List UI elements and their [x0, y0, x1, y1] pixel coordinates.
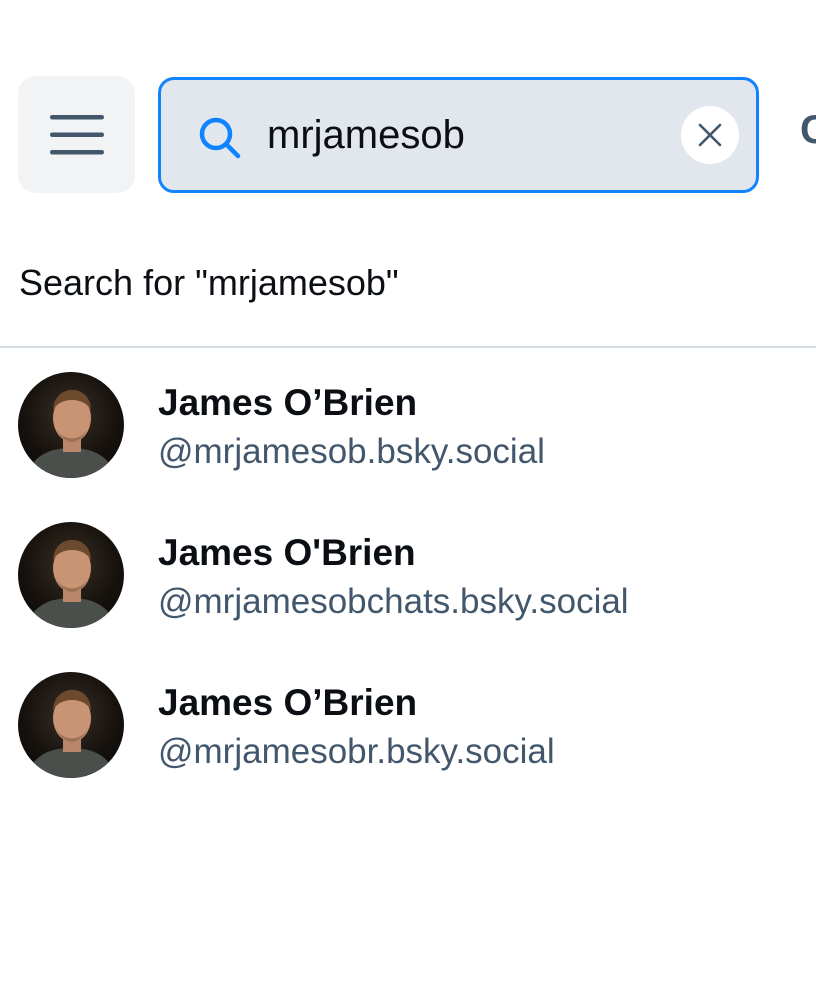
avatar: [18, 522, 124, 628]
result-handle: @mrjamesob.bsky.social: [158, 432, 545, 471]
avatar: [18, 372, 124, 478]
search-suggestion[interactable]: Search for "mrjamesob": [19, 262, 399, 304]
divider: [0, 346, 816, 348]
result-handle: @mrjamesobr.bsky.social: [158, 732, 555, 771]
close-icon: [698, 123, 722, 147]
cancel-button[interactable]: C: [800, 108, 816, 153]
avatar: [18, 672, 124, 778]
search-screen: C Search for "mrjamesob" James O’Brien @…: [0, 0, 816, 1000]
result-item[interactable]: James O’Brien @mrjamesob.bsky.social: [0, 372, 816, 512]
result-handle: @mrjamesobchats.bsky.social: [158, 582, 629, 621]
result-name: James O’Brien: [158, 382, 418, 423]
result-name: James O'Brien: [158, 532, 416, 573]
search-input[interactable]: [267, 80, 667, 190]
result-name: James O’Brien: [158, 682, 418, 723]
result-item[interactable]: James O'Brien @mrjamesobchats.bsky.socia…: [0, 522, 816, 662]
clear-search-button[interactable]: [681, 106, 739, 164]
search-field[interactable]: [158, 77, 759, 193]
result-item[interactable]: James O’Brien @mrjamesobr.bsky.social: [0, 672, 816, 812]
search-icon: [199, 117, 241, 159]
hamburger-icon: [49, 114, 104, 154]
menu-button[interactable]: [18, 76, 135, 193]
